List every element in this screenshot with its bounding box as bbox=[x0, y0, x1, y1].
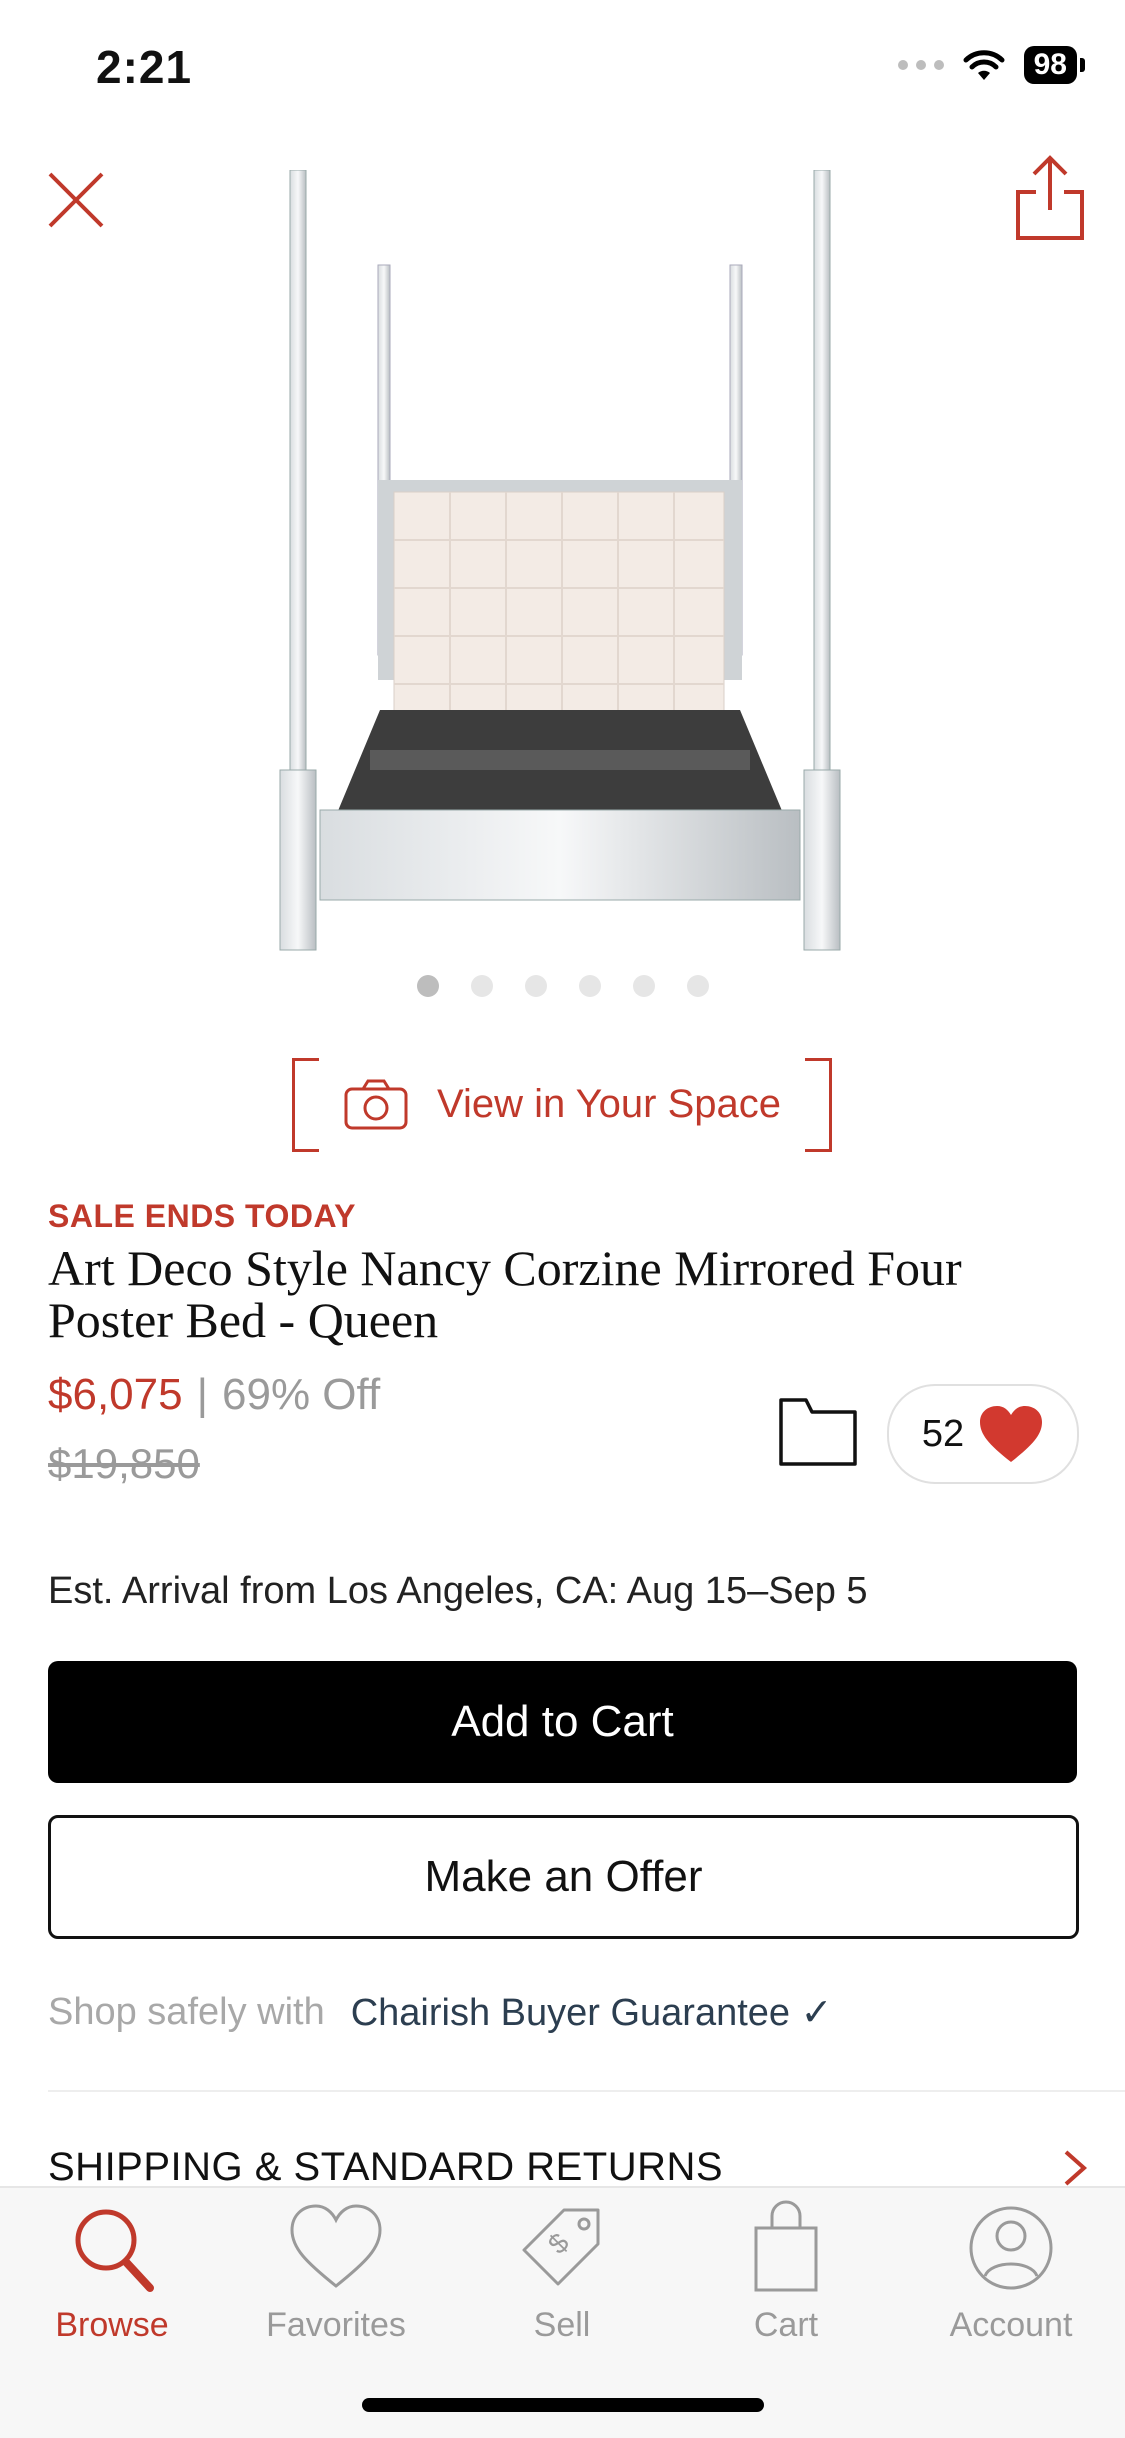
cellular-signal-icon bbox=[897, 60, 944, 70]
status-indicators: 98 bbox=[897, 46, 1086, 84]
guarantee-link[interactable]: Chairish Buyer Guarantee ✓ bbox=[351, 1990, 833, 2035]
home-indicator[interactable] bbox=[362, 2398, 764, 2412]
tab-account[interactable]: Account bbox=[911, 2198, 1111, 2345]
heart-icon bbox=[980, 1406, 1043, 1462]
tab-label: Browse bbox=[55, 2306, 169, 2344]
pager-dot[interactable] bbox=[686, 975, 709, 997]
wifi-icon bbox=[963, 50, 1005, 80]
tab-cart[interactable]: Cart bbox=[686, 2198, 886, 2345]
tab-label: Sell bbox=[533, 2306, 591, 2344]
tab-label: Favorites bbox=[266, 2306, 406, 2344]
pager-dot[interactable] bbox=[470, 975, 493, 997]
favorite-count: 52 bbox=[921, 1412, 965, 1455]
product-image[interactable] bbox=[270, 170, 850, 970]
tab-browse[interactable]: Browse bbox=[12, 2198, 212, 2345]
chevron-right-icon[interactable] bbox=[1058, 2148, 1092, 2188]
divider bbox=[48, 2090, 1125, 2092]
shipping-returns-row[interactable]: SHIPPING & STANDARD RETURNS bbox=[48, 2145, 723, 2190]
tab-favorites[interactable]: Favorites bbox=[236, 2198, 436, 2345]
heart-icon bbox=[290, 2204, 382, 2288]
status-time: 2:21 bbox=[96, 41, 193, 93]
original-price: $19,850 bbox=[48, 1440, 200, 1487]
tab-label: Account bbox=[949, 2306, 1073, 2344]
image-pager[interactable] bbox=[0, 975, 1125, 997]
view-in-space-button[interactable]: View in Your Space bbox=[292, 1058, 832, 1152]
pager-dot[interactable] bbox=[416, 975, 439, 997]
check-icon: ✓ bbox=[800, 1992, 833, 2034]
folder-icon[interactable] bbox=[778, 1394, 858, 1468]
bracket-left bbox=[292, 1058, 319, 1152]
discount-label: 69% Off bbox=[222, 1370, 381, 1419]
pager-dot[interactable] bbox=[578, 975, 601, 997]
guarantee-link-label[interactable]: Chairish Buyer Guarantee bbox=[351, 1992, 790, 2034]
camera-icon bbox=[344, 1079, 408, 1130]
make-offer-button[interactable]: Make an Offer bbox=[48, 1815, 1079, 1939]
buyer-guarantee: Shop safely with Chairish Buyer Guarante… bbox=[48, 1990, 832, 2035]
pager-dot[interactable] bbox=[632, 975, 655, 997]
sale-badge: SALE ENDS TODAY bbox=[48, 1198, 357, 1234]
svg-text:$: $ bbox=[542, 2227, 575, 2260]
pager-dot[interactable] bbox=[524, 975, 547, 997]
price-tag-icon: $ bbox=[522, 2208, 600, 2286]
add-to-cart-button[interactable]: Add to Cart bbox=[48, 1661, 1077, 1783]
share-icon[interactable] bbox=[1010, 152, 1090, 242]
product-title: Art Deco Style Nancy Corzine Mirrored Fo… bbox=[48, 1240, 962, 1348]
guarantee-prefix: Shop safely with bbox=[48, 1991, 325, 2033]
search-icon bbox=[75, 2209, 154, 2292]
user-icon bbox=[969, 2206, 1053, 2290]
view-in-space-label: View in Your Space bbox=[437, 1081, 781, 1126]
close-icon[interactable] bbox=[44, 168, 108, 232]
estimated-arrival: Est. Arrival from Los Angeles, CA: Aug 1… bbox=[48, 1570, 868, 1612]
shopping-bag-icon bbox=[754, 2200, 818, 2292]
sale-price: $6,075 bbox=[48, 1370, 183, 1419]
battery-indicator: 98 bbox=[1023, 46, 1086, 84]
favorite-button[interactable]: 52 bbox=[887, 1384, 1079, 1484]
price-separator: | bbox=[196, 1370, 209, 1419]
tab-label: Cart bbox=[753, 2306, 819, 2344]
price-row: $6,075 | 69% Off bbox=[48, 1370, 380, 1420]
tab-sell[interactable]: $ Sell bbox=[462, 2198, 662, 2345]
bracket-right bbox=[805, 1058, 832, 1152]
